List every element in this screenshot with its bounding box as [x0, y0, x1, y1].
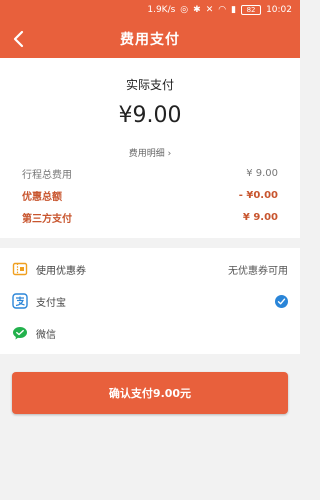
coupon-status: 无优惠券可用 — [228, 265, 288, 277]
coupon-icon — [12, 261, 28, 277]
page-title: 费用支付 — [120, 32, 180, 48]
actual-payment-label: 实际支付 — [125, 78, 174, 92]
battery-level: 82 — [246, 6, 256, 14]
location-icon: ◎ — [180, 4, 189, 15]
selected-check-icon[interactable] — [275, 294, 288, 308]
actual-payment-amount: ¥9.00 — [118, 103, 182, 128]
third-party-label: 第三方支付 — [22, 213, 72, 225]
payment-options: 使用优惠券 无优惠券可用 支付宝 微信 — [0, 248, 300, 354]
clock: 10:02 — [266, 5, 292, 15]
back-button[interactable] — [4, 24, 32, 54]
network-speed: 1.9K/s — [147, 5, 176, 15]
coupon-label: 使用优惠券 — [36, 265, 86, 277]
nav-bar: 费用支付 — [0, 20, 300, 58]
chevron-left-icon — [13, 30, 24, 48]
trip-total-row: 行程总费用 ¥ 9.00 — [22, 165, 278, 181]
discount-total-value: - ¥0.00 — [238, 189, 278, 201]
coupon-option[interactable]: 使用优惠券 无优惠券可用 — [0, 254, 300, 284]
fee-details-link[interactable]: 费用明细 › — [0, 146, 300, 159]
payment-summary: 实际支付 ¥9.00 费用明细 › 行程总费用 ¥ 9.00 优惠总额 - ¥0… — [0, 58, 300, 238]
wechat-label: 微信 — [36, 329, 56, 341]
alipay-icon — [12, 293, 28, 309]
signal-icon: ▮ — [231, 4, 237, 15]
discount-total-label: 优惠总额 — [22, 191, 62, 203]
mute-icon: ✕ — [205, 4, 214, 15]
wechat-icon — [12, 325, 28, 341]
alipay-label: 支付宝 — [36, 297, 66, 309]
status-bar: 1.9K/s ◎ ✱ ✕ ◠ ▮ 82 10:02 — [0, 0, 300, 20]
wifi-icon: ◠ — [218, 4, 227, 15]
confirm-payment-button[interactable]: 确认支付9.00元 — [12, 372, 288, 414]
third-party-row: 第三方支付 ¥ 9.00 — [22, 209, 278, 225]
alipay-option[interactable]: 支付宝 — [0, 286, 300, 316]
battery-icon: 82 — [241, 5, 262, 15]
third-party-value: ¥ 9.00 — [242, 211, 278, 223]
discount-total-row: 优惠总额 - ¥0.00 — [22, 187, 278, 203]
trip-total-label: 行程总费用 — [22, 169, 72, 181]
wechat-option[interactable]: 微信 — [0, 318, 300, 348]
trip-total-value: ¥ 9.00 — [246, 167, 278, 179]
bluetooth-icon: ✱ — [193, 4, 201, 15]
